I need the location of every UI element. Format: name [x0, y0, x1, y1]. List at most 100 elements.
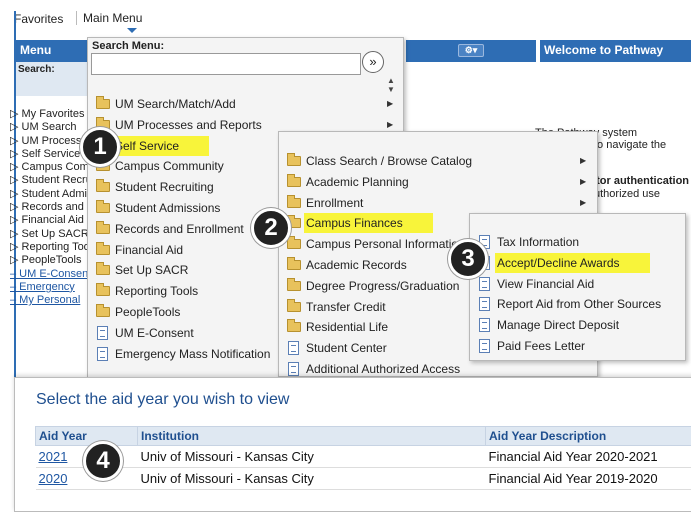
menu-item-label: Class Search / Browse Catalog	[306, 151, 472, 171]
menu-item-label: Manage Direct Deposit	[497, 315, 619, 335]
menu-item[interactable]: UM Search/Match/Add ▶	[89, 94, 402, 114]
menu-item-label: Residential Life	[306, 317, 388, 337]
welcome-text-2: to navigate the	[594, 139, 666, 151]
menu-item-label: Student Admissions	[115, 198, 220, 218]
menu-item-label: Self Service	[113, 136, 209, 156]
menu-item-label: Degree Progress/Graduation	[306, 276, 459, 296]
menu-item-label: Student Center	[306, 338, 387, 358]
menu-item[interactable]: Enrollment▶	[280, 193, 596, 213]
menu-item[interactable]: Academic Planning▶	[280, 172, 596, 192]
menu-tree-item[interactable]: ▷ Student Admissions	[10, 188, 90, 201]
menu-tree-item[interactable]: ▷ Records and Enrollment	[10, 201, 90, 214]
menu-tree-item[interactable]: ▷ Reporting Tools	[10, 241, 90, 254]
welcome-text-4: uthorized use	[594, 188, 660, 200]
folder-icon	[287, 302, 301, 312]
menu-tree: ▷ My Favorites▷ UM Search▷ UM Processes▷…	[10, 108, 90, 307]
menu-item-label: Campus Personal Information	[306, 234, 465, 254]
menu-item[interactable]: Report Aid from Other Sources	[471, 294, 684, 314]
menu-tree-link[interactable]: – Emergency	[10, 281, 90, 294]
menu-item-label: Tax Information	[497, 232, 579, 252]
aid-year-heading: Select the aid year you wish to view	[36, 391, 289, 409]
submenu-arrow-icon: ▶	[387, 94, 393, 114]
folder-icon	[287, 239, 301, 249]
folder-icon	[96, 286, 110, 296]
menu-item[interactable]: View Financial Aid	[471, 274, 684, 294]
submenu-arrow-icon: ▶	[580, 151, 586, 171]
menu-item-label: Additional Authorized Access	[306, 359, 460, 379]
institution-cell: Univ of Missouri - Kansas City	[138, 468, 486, 490]
folder-icon	[287, 198, 301, 208]
folder-icon	[287, 156, 301, 166]
folder-icon	[96, 182, 110, 192]
center-pagelet-header: ⚙▾	[406, 40, 536, 62]
search-go-icon[interactable]: »	[362, 51, 384, 73]
menu-item-label: Accept/Decline Awards	[495, 253, 650, 273]
menu-item-label: Enrollment	[306, 193, 363, 213]
step-badge-3: 3	[448, 239, 488, 279]
menu-tree-item[interactable]: ▷ Student Recruiting	[10, 174, 90, 187]
document-icon	[479, 318, 490, 332]
menu-item[interactable]: Manage Direct Deposit	[471, 315, 684, 335]
menu-item-label: Campus Community	[115, 156, 224, 176]
menu-tree-item[interactable]: ▷ UM Processes	[10, 135, 90, 148]
menu-item-label: UM Processes and Reports	[115, 115, 262, 135]
menu-item[interactable]: Paid Fees Letter	[471, 336, 684, 356]
document-icon	[97, 347, 108, 361]
menu-item[interactable]: Additional Authorized Access	[280, 359, 596, 379]
menu-item[interactable]: Accept/Decline Awards	[471, 253, 684, 273]
search-menu-input[interactable]	[91, 53, 361, 75]
menu-tree-item[interactable]: ▷ My Favorites	[10, 108, 90, 121]
scroll-updown-icon[interactable]: ▲▼	[387, 76, 395, 94]
menu-tree-link[interactable]: – My Personal	[10, 294, 90, 307]
welcome-text-3: ctor authentication	[590, 175, 689, 187]
menu-item-label: Emergency Mass Notification	[115, 344, 270, 364]
menu-item-label: Reporting Tools	[115, 281, 198, 301]
menu-tree-item[interactable]: ▷ Self Service	[10, 148, 90, 161]
menu-tree-item[interactable]: ▷ Campus Community	[10, 161, 90, 174]
menu-search-row	[16, 78, 90, 96]
folder-icon	[96, 245, 110, 255]
menu-pagelet-title: Menu	[16, 40, 90, 62]
col-aid-year-description: Aid Year Description	[486, 427, 691, 446]
step-badge-1: 1	[80, 127, 120, 167]
menu-item[interactable]: Class Search / Browse Catalog ▶	[280, 151, 596, 171]
menu-item-label: Paid Fees Letter	[497, 336, 585, 356]
menu-tree-item[interactable]: ▷ PeopleTools	[10, 254, 90, 267]
document-icon	[288, 341, 299, 355]
col-aid-year: Aid Year	[36, 427, 138, 446]
step-badge-2: 2	[251, 208, 291, 248]
menu-tree-link[interactable]: – UM E-Consent	[10, 268, 90, 281]
menu-item-label: UM E-Consent	[115, 323, 194, 343]
menu-tree-item[interactable]: ▷ Financial Aid	[10, 214, 90, 227]
menu-item-label: UM Search/Match/Add	[115, 94, 236, 114]
menu-item-label: View Financial Aid	[497, 274, 594, 294]
campus-finances-submenu: Tax InformationAccept/Decline AwardsView…	[469, 213, 686, 361]
document-icon	[479, 277, 490, 291]
folder-icon	[96, 203, 110, 213]
menu-item-label: Set Up SACR	[115, 260, 188, 280]
menu-item[interactable]: Tax Information	[471, 232, 684, 252]
menu-item-label: Academic Planning	[306, 172, 409, 192]
document-icon	[479, 297, 490, 311]
menu-tree-item[interactable]: ▷ Set Up SACR	[10, 228, 90, 241]
menu-item-label: Records and Enrollment	[115, 219, 244, 239]
pagelet-options-icon[interactable]: ⚙▾	[458, 44, 484, 57]
folder-icon	[287, 281, 301, 291]
menu-search-label: Search:	[16, 62, 90, 78]
institution-cell: Univ of Missouri - Kansas City	[138, 446, 486, 468]
folder-icon	[96, 99, 110, 109]
menu-item-label: PeopleTools	[115, 302, 180, 322]
menu-tree-item[interactable]: ▷ UM Search	[10, 121, 90, 134]
folder-icon	[287, 322, 301, 332]
folder-icon	[287, 260, 301, 270]
aid-year-table: Aid Year Institution Aid Year Descriptio…	[35, 426, 691, 490]
step-badge-4: 4	[83, 441, 123, 481]
folder-icon	[287, 177, 301, 187]
menu-item-label: Report Aid from Other Sources	[497, 294, 661, 314]
table-row: 2020 Univ of Missouri - Kansas City Fina…	[36, 468, 691, 490]
menu-item-label: Transfer Credit	[306, 297, 386, 317]
folder-icon	[96, 307, 110, 317]
document-icon	[288, 362, 299, 376]
table-row: 2021 Univ of Missouri - Kansas City Fina…	[36, 446, 691, 468]
folder-icon	[96, 224, 110, 234]
